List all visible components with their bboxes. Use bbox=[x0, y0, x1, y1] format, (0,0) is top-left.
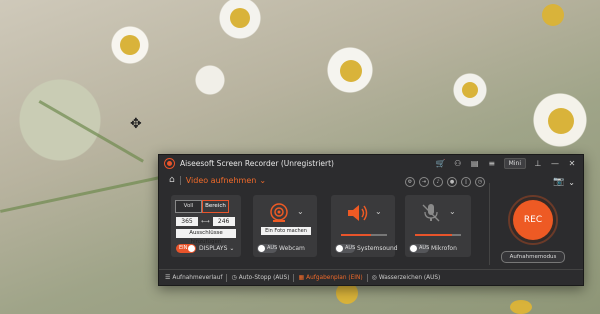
height-input[interactable]: 246 bbox=[212, 217, 235, 226]
chevron-down-icon[interactable]: ⌄ bbox=[297, 207, 304, 216]
take-photo-button[interactable]: Ein Foto machen bbox=[261, 227, 311, 235]
system-sound-panel: ⌄ AUS Systemsound bbox=[331, 195, 398, 257]
system-sound-toggle[interactable]: AUS bbox=[335, 244, 355, 253]
width-input[interactable]: 365 bbox=[176, 217, 198, 226]
mic-icon[interactable]: ● bbox=[447, 177, 457, 187]
account-icon[interactable]: ⚇ bbox=[453, 159, 463, 169]
mouse-icon[interactable]: ▯ bbox=[461, 177, 471, 187]
settings-icon[interactable]: ⚙ bbox=[405, 177, 415, 187]
title-bar[interactable]: Aiseesoft Screen Recorder (Unregistriert… bbox=[159, 155, 583, 172]
schedule-item[interactable]: ▦ Aufgabenplan (EIN) bbox=[298, 274, 362, 281]
microphone-toggle[interactable]: AUS bbox=[409, 244, 429, 253]
chevron-down-icon[interactable]: ⌄ bbox=[259, 176, 266, 185]
divider bbox=[179, 175, 181, 185]
list-icon: ☰ bbox=[165, 274, 171, 281]
chevron-down-icon[interactable]: ⌄ bbox=[568, 178, 575, 187]
home-icon[interactable]: ⌂ bbox=[169, 175, 175, 185]
divider bbox=[226, 273, 228, 282]
daisy-center bbox=[510, 300, 532, 314]
feedback-icon[interactable]: ▤ bbox=[470, 159, 480, 169]
displays-label[interactable]: DISPLAYS ⌄ bbox=[199, 245, 234, 252]
system-volume-slider[interactable] bbox=[341, 234, 387, 236]
auto-stop-item[interactable]: ◷ Auto-Stopp (AUS) bbox=[231, 274, 289, 281]
watermark-icon: ◎ bbox=[371, 274, 377, 281]
clock-icon: ◷ bbox=[231, 274, 237, 281]
watermark-item[interactable]: ◎ Wasserzeichen (AUS) bbox=[372, 274, 441, 281]
region-button[interactable]: Bereich bbox=[202, 200, 229, 213]
divider bbox=[366, 273, 368, 282]
system-volume-fill bbox=[341, 234, 371, 236]
microphone-panel: ⌄ AUS Mikrofon bbox=[405, 195, 471, 257]
daisy-center bbox=[542, 4, 564, 26]
daisy-center bbox=[230, 8, 250, 28]
add-exclusions-button[interactable]: Ausschlüsse hinzufügen bbox=[176, 229, 236, 245]
chevron-down-icon[interactable]: ⌄ bbox=[449, 207, 456, 216]
divider bbox=[293, 273, 295, 282]
display-panel: Voll Bereich 365 ⟷ 246 Ausschlüsse hinzu… bbox=[171, 195, 241, 257]
webcam-panel: ⌄ Ein Foto machen AUS Webcam bbox=[253, 195, 317, 257]
stem bbox=[38, 100, 144, 163]
mini-button[interactable]: Mini bbox=[503, 158, 526, 169]
webcam-icon bbox=[270, 203, 288, 222]
webcam-toggle[interactable]: AUS bbox=[257, 244, 277, 253]
rec-ring: REC bbox=[508, 195, 558, 245]
chevron-down-icon[interactable]: ⌄ bbox=[375, 207, 382, 216]
system-sound-label: Systemsound bbox=[357, 245, 398, 252]
full-screen-button[interactable]: Voll bbox=[175, 200, 202, 213]
microphone-muted-icon bbox=[422, 204, 440, 222]
microphone-label: Mikrofon bbox=[431, 245, 457, 252]
export-icon[interactable]: ⇥ bbox=[419, 177, 429, 187]
minimize-icon[interactable]: — bbox=[550, 159, 560, 169]
recorder-window: Aiseesoft Screen Recorder (Unregistriert… bbox=[158, 154, 584, 286]
speaker-icon bbox=[348, 205, 368, 221]
speaker-icon[interactable]: ♪ bbox=[433, 177, 443, 187]
move-cursor-icon: ✥ bbox=[130, 116, 142, 132]
webcam-label: Webcam bbox=[279, 245, 305, 252]
mic-volume-slider[interactable] bbox=[415, 234, 461, 236]
menu-icon[interactable]: ≡ bbox=[487, 159, 497, 169]
daisy-center bbox=[340, 60, 362, 82]
calendar-icon: ▦ bbox=[298, 274, 305, 281]
clock-icon[interactable]: ◷ bbox=[475, 177, 485, 187]
mode-bar: ⌂ Video aufnehmen ⌄ ⚙ ⇥ ♪ ● ▯ ◷ bbox=[159, 173, 489, 187]
divider bbox=[489, 183, 490, 265]
window-title: Aiseesoft Screen Recorder (Unregistriert… bbox=[180, 159, 334, 168]
mic-volume-fill bbox=[415, 234, 452, 236]
app-logo-icon bbox=[165, 159, 174, 168]
daisy-center bbox=[120, 35, 140, 55]
footer-bar: ☰ Aufnahmeverlauf ◷ Auto-Stopp (AUS) ▦ A… bbox=[159, 269, 583, 285]
pin-icon[interactable]: ⊥ bbox=[533, 159, 543, 169]
display-toggle[interactable]: EIN bbox=[176, 244, 196, 253]
rec-button[interactable]: REC bbox=[513, 200, 553, 240]
recording-mode-button[interactable]: Aufnahmemodus bbox=[501, 251, 565, 263]
link-icon[interactable]: ⟷ bbox=[201, 218, 210, 225]
mode-title[interactable]: Video aufnehmen bbox=[186, 176, 257, 185]
camera-icon[interactable]: 📷 bbox=[553, 177, 564, 187]
cart-icon[interactable]: 🛒 bbox=[436, 159, 446, 169]
history-item[interactable]: ☰ Aufnahmeverlauf bbox=[165, 274, 222, 281]
daisy-center bbox=[548, 108, 574, 134]
close-icon[interactable]: ✕ bbox=[567, 159, 577, 169]
daisy-center bbox=[462, 82, 478, 98]
